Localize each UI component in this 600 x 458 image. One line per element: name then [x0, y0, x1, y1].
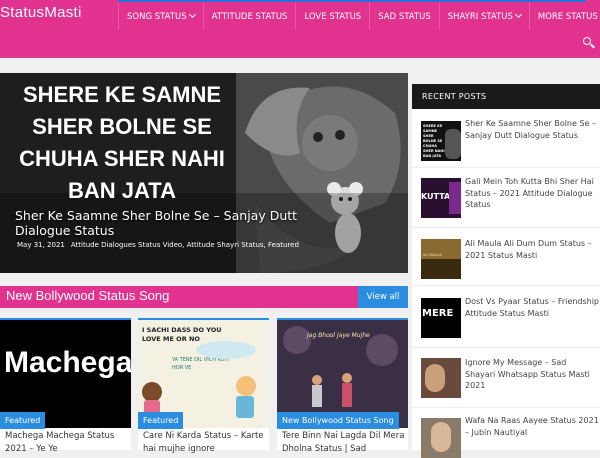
nav-item-love-status[interactable]: LOVE STATUS — [295, 2, 369, 30]
recent-post-item[interactable]: ALI MAULA Ali Maula Ali Dum Dum Status –… — [412, 227, 600, 285]
post-card[interactable]: Machega Machega Machega Status 2021 – Ye… — [0, 318, 131, 450]
card-title[interactable]: Care Ni Karda Status – Karte hai mujhe i… — [143, 430, 267, 456]
recent-posts-widget: RECENT POSTS SHERE KE SAMNE SHER BOLNE S… — [412, 84, 600, 450]
nav-item-sad-status[interactable]: SAD STATUS — [369, 2, 439, 30]
nav-item-label: SAD STATUS — [378, 12, 431, 22]
post-date: May 31, 2021 — [17, 241, 65, 249]
post-title[interactable]: Wafa Na Raas Aayee Status 2021 – Jubin N… — [465, 415, 599, 438]
thumb-text: Jag Bhool Jaye Mujhe — [307, 332, 370, 339]
recent-post-item[interactable]: SHERE KE SAMNE SHER BOLNE SE CHUHA SHER … — [412, 109, 600, 167]
category-badge[interactable]: Featured — [0, 412, 45, 429]
thumb-text: Machega — [4, 346, 131, 380]
nav-item-more-status[interactable]: MORE STATUS — [529, 2, 600, 30]
post-categories[interactable]: Attitude Dialogues Status Video, Attitud… — [71, 241, 299, 249]
featured-image-caption: SHERE KE SAMNE SHER BOLNE SE CHUHA SHER … — [12, 79, 232, 207]
post-thumbnail: KUTTA — [421, 178, 461, 218]
widget-title: RECENT POSTS — [412, 84, 600, 109]
site-header: StatusMasti SONG STATUS ATTITUDE STATUS … — [0, 0, 600, 58]
caption-line: BAN JATA — [12, 175, 232, 207]
post-title[interactable]: Dost Vs Pyaar Status – Friendship Attitu… — [465, 296, 599, 319]
post-title[interactable]: Sher Ke Saamne Sher Bolne Se – Sanjay Du… — [465, 118, 599, 141]
post-thumbnail: SHERE KE SAMNE SHER BOLNE SE CHUHA SHER … — [421, 121, 461, 161]
thumb-text: SHERE KE SAMNE SHER BOLNE SE CHUHA SHER … — [423, 124, 447, 159]
post-title[interactable]: Gali Mein Toh Kutta Bhi Sher Hai Status … — [465, 176, 599, 211]
post-title[interactable]: Ali Maula Ali Dum Dum Status – 2021 Stat… — [465, 238, 599, 261]
card-title[interactable]: Machega Machega Status 2021 – Ye Ye — [5, 430, 129, 456]
view-all-button[interactable]: View all — [358, 286, 408, 308]
nav-item-song-status[interactable]: SONG STATUS — [118, 2, 203, 30]
post-title[interactable]: Ignore My Message – Sad Shayari Whatsapp… — [465, 357, 599, 392]
thumb-art — [425, 364, 445, 392]
card-title[interactable]: Tere Binn Nai Lagda Dil Mera Dholna Stat… — [282, 430, 406, 456]
caption-line: SHERE KE SAMNE — [12, 79, 232, 111]
post-card[interactable]: I SACHI DASS DO YOU LOVE ME OR NO YA TER… — [138, 318, 269, 450]
chevron-down-icon — [189, 11, 196, 18]
section-title: New Bollywood Status Song — [6, 288, 169, 303]
post-thumbnail — [421, 418, 461, 458]
post-card[interactable]: Jag Bhool Jaye Mujhe Tere Binn Nai Lagda… — [277, 318, 408, 450]
post-thumbnail: MERE — [421, 298, 461, 338]
nav-item-shayri-status[interactable]: SHAYRI STATUS — [439, 2, 529, 30]
recent-post-item[interactable]: Ignore My Message – Sad Shayari Whatsapp… — [412, 347, 600, 407]
recent-post-item[interactable]: KUTTA Gali Mein Toh Kutta Bhi Sher Hai S… — [412, 167, 600, 227]
recent-post-item[interactable]: MERE Dost Vs Pyaar Status – Friendship A… — [412, 285, 600, 347]
thumb-art — [449, 182, 461, 214]
nav-item-label: ATTITUDE STATUS — [212, 12, 288, 22]
nav-item-attitude-status[interactable]: ATTITUDE STATUS — [203, 2, 296, 30]
main-nav: SONG STATUS ATTITUDE STATUS LOVE STATUS … — [118, 0, 586, 30]
chevron-down-icon — [515, 11, 522, 18]
thumb-art — [431, 422, 451, 452]
thumb-text: MERE — [422, 308, 453, 319]
featured-meta: May 31, 2021 Attitude Dialogues Status Vi… — [17, 241, 305, 249]
thumb-art — [445, 129, 461, 159]
nav-item-label: LOVE STATUS — [304, 12, 361, 22]
caption-line: SHER BOLNE SE — [12, 111, 232, 143]
caption-line: CHUHA SHER NAHI — [12, 143, 232, 175]
featured-title[interactable]: Sher Ke Saamne Sher Bolne Se – Sanjay Du… — [15, 208, 345, 238]
nav-item-label: SHAYRI STATUS — [448, 12, 513, 22]
category-badge[interactable]: Featured — [138, 412, 183, 429]
post-thumbnail: ALI MAULA — [421, 239, 461, 279]
thumb-text: KUTTA — [421, 192, 450, 201]
nav-item-label: MORE STATUS — [538, 12, 598, 22]
category-badge[interactable]: New Bollywood Status Song — [277, 412, 399, 429]
thumb-text: ALI MAULA — [423, 253, 442, 257]
section-header: New Bollywood Status Song View all — [0, 286, 408, 308]
site-logo[interactable]: StatusMasti — [0, 4, 82, 21]
search-icon[interactable] — [582, 36, 596, 50]
recent-post-item[interactable]: Wafa Na Raas Aayee Status 2021 – Jubin N… — [412, 407, 600, 450]
post-thumbnail — [421, 358, 461, 398]
nav-item-label: SONG STATUS — [127, 12, 187, 22]
